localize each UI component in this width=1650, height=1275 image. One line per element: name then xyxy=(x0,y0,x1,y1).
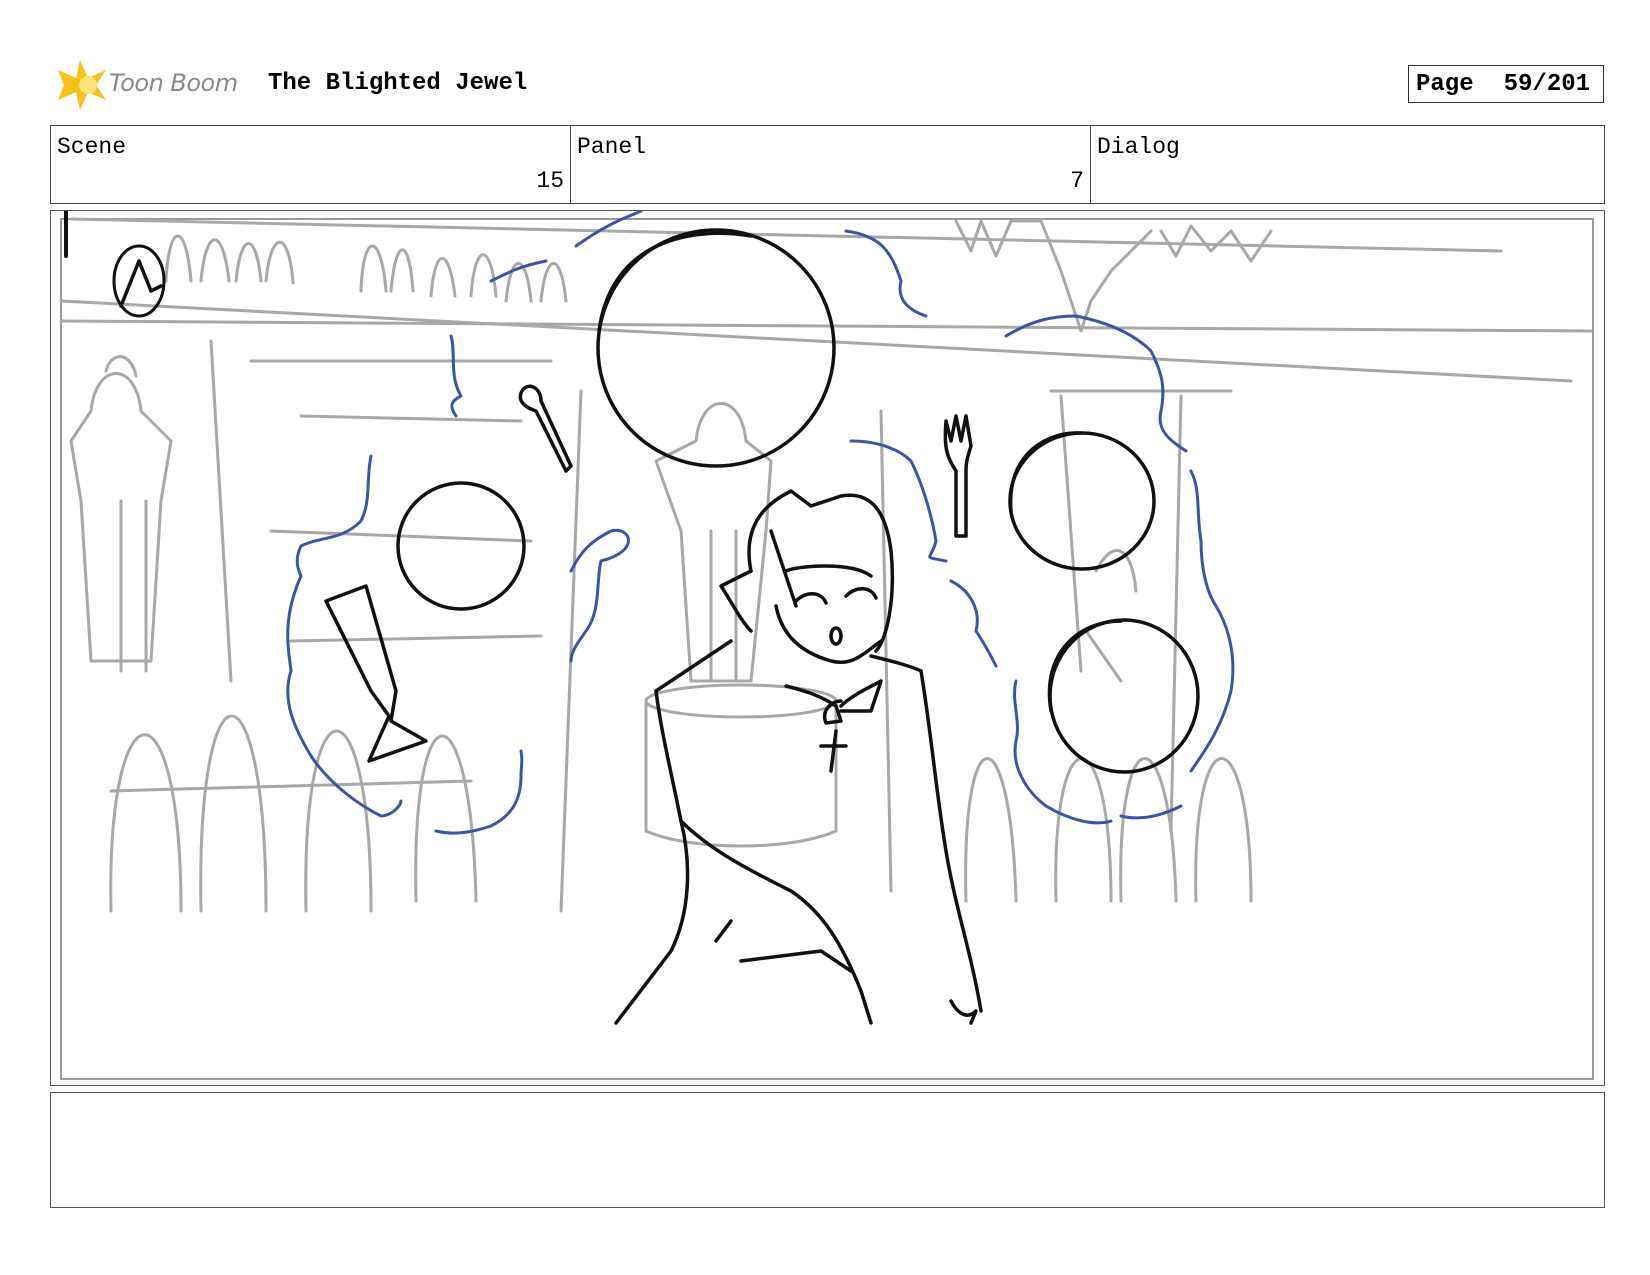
panel-sketch xyxy=(59,211,1594,1080)
scene-cell: Scene 15 xyxy=(51,126,570,203)
project-title: The Blighted Jewel xyxy=(268,70,528,97)
scene-label: Scene xyxy=(57,134,127,160)
dialog-label: Dialog xyxy=(1097,134,1180,160)
scene-value: 15 xyxy=(536,168,564,194)
panel-label: Panel xyxy=(577,134,647,160)
burst-icon xyxy=(58,60,106,110)
character-sketch xyxy=(64,211,1200,1025)
safe-area-frame xyxy=(60,218,1594,1080)
panel-cell: Panel 7 xyxy=(570,126,1090,203)
toon-boom-logo: Toon Boom xyxy=(54,58,254,112)
action-notes-box xyxy=(50,1092,1605,1208)
dialog-cell: Dialog xyxy=(1090,126,1604,203)
page-number: 59/201 xyxy=(1503,70,1591,98)
page-indicator: Page 59/201 xyxy=(1408,65,1604,103)
panel-info-row: Scene 15 Panel 7 Dialog xyxy=(50,125,1605,204)
logo-wordmark: Toon Boom xyxy=(109,69,238,97)
page-label: Page xyxy=(1416,70,1474,98)
storyboard-panel xyxy=(50,210,1605,1086)
panel-value: 7 xyxy=(1070,168,1084,194)
